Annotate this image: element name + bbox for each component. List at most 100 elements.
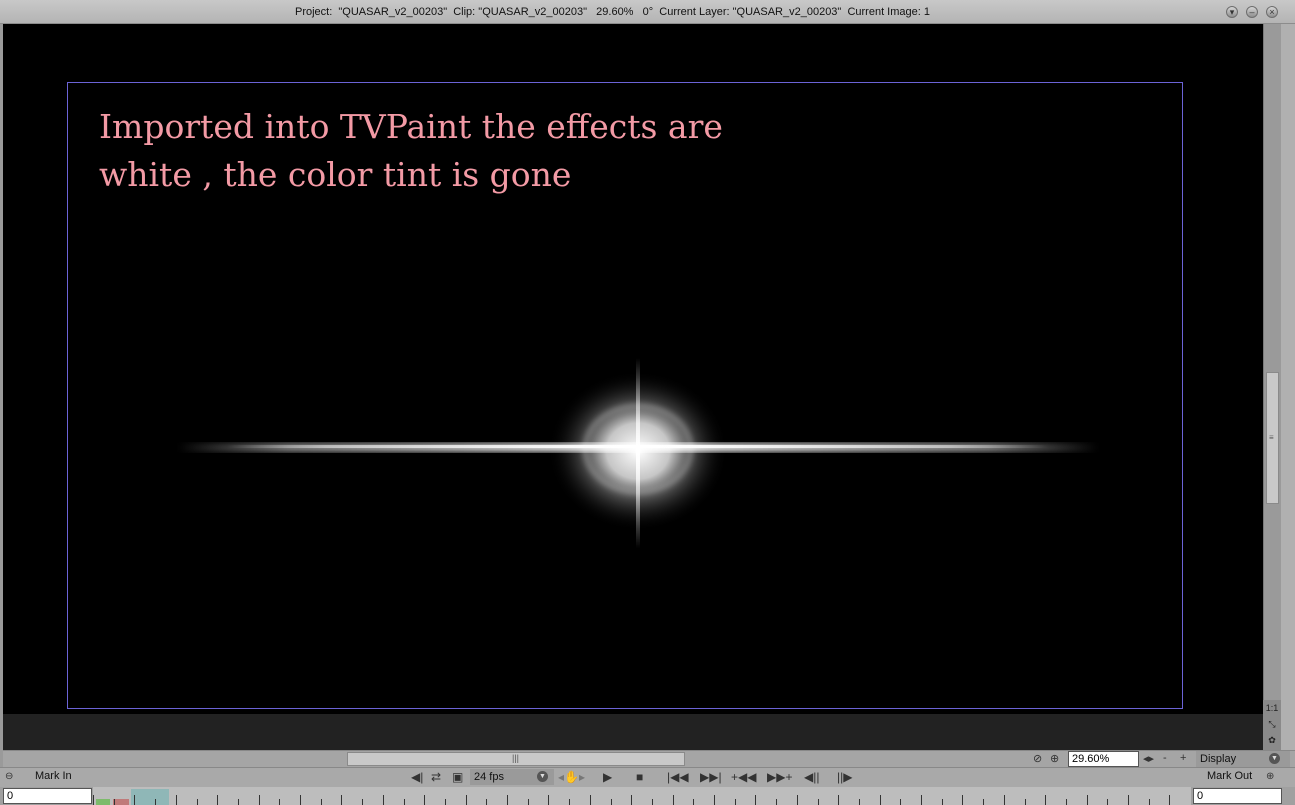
ruler-tick: [175, 795, 177, 805]
frame-ruler[interactable]: [93, 787, 1191, 805]
ruler-tick: [362, 799, 364, 805]
ruler-tick: [300, 795, 301, 805]
ruler-tick: [983, 799, 985, 805]
ruler-tick: [548, 795, 550, 805]
ruler-tick: [921, 795, 922, 805]
sound-icon[interactable]: ◀|: [411, 770, 423, 784]
reset-rotation-icon[interactable]: ⊘: [1033, 752, 1042, 765]
chevron-down-icon: ▼: [537, 771, 548, 782]
mark-out-label: Mark Out: [1207, 770, 1253, 782]
ruler-tick: [382, 795, 384, 805]
ruler-tick: [93, 795, 94, 805]
ruler-tick: [1169, 795, 1171, 805]
stop-icon[interactable]: ■: [636, 770, 643, 784]
ruler-tick: [444, 799, 446, 805]
horizontal-scroll-thumb[interactable]: |||: [347, 752, 685, 766]
view-side-tools: 1:1 ⤡ ✿: [1263, 700, 1281, 750]
ruler-tick: [527, 799, 529, 805]
ruler-tick: [341, 795, 343, 805]
viewport-bottom-strip: [3, 714, 1263, 750]
ruler-tick: [113, 799, 115, 805]
ruler-tick: [879, 795, 881, 805]
right-edge-panel: [1281, 24, 1295, 751]
ruler-tick: [838, 795, 840, 805]
ruler-tick: [941, 799, 943, 805]
ruler-tick: [672, 795, 674, 805]
ruler-tick: [1003, 795, 1005, 805]
display-label: Display: [1200, 753, 1237, 765]
vertical-scrollbar[interactable]: ≡: [1263, 24, 1281, 700]
zoom-in-icon[interactable]: +: [1180, 752, 1186, 764]
ruler-tick: [134, 795, 136, 805]
hand-scrub-icon[interactable]: ◂✋▸: [558, 770, 585, 784]
ruler-tick: [776, 799, 778, 805]
ruler-tick: [403, 799, 405, 805]
ruler-tick: [507, 795, 508, 805]
layer-marker-red: [113, 799, 129, 805]
restore-icon[interactable]: –: [1246, 6, 1258, 18]
playhead-range[interactable]: [131, 789, 169, 805]
ruler-tick: [755, 795, 757, 805]
ruler-tick: [693, 799, 695, 805]
ruler-tick: [217, 795, 219, 805]
display-dropdown[interactable]: Display ▼: [1196, 751, 1290, 767]
ruler-tick: [589, 795, 591, 805]
close-icon[interactable]: ×: [1266, 6, 1278, 18]
canvas-frame[interactable]: Imported into TVPaint the effects are wh…: [67, 82, 1183, 709]
minimize-icon[interactable]: ▾: [1226, 6, 1238, 18]
ruler-tick: [817, 799, 819, 805]
mark-in-field[interactable]: 0: [3, 788, 92, 804]
loop-icon[interactable]: ⇄: [431, 770, 441, 784]
timeline-bar: 0 0: [0, 787, 1295, 805]
go-to-start-icon[interactable]: |◀◀: [667, 770, 689, 784]
zoom-field[interactable]: 29.60%: [1068, 751, 1139, 767]
mark-in-settings-icon[interactable]: ⊖: [5, 771, 13, 782]
ruler-tick: [962, 795, 964, 805]
canvas-viewport[interactable]: Imported into TVPaint the effects are wh…: [3, 24, 1263, 714]
mark-in-label: Mark In: [35, 770, 72, 782]
layer-marker-green: [96, 799, 110, 805]
ruler-tick: [1024, 799, 1026, 805]
ruler-tick: [900, 799, 902, 805]
ruler-tick: [1086, 795, 1088, 805]
ruler-tick: [1107, 799, 1109, 805]
title-bar: Project: "QUASAR_v2_00203" Clip: "QUASAR…: [0, 0, 1295, 24]
zoom-out-icon[interactable]: -: [1163, 752, 1167, 764]
lens-flare-image: [178, 358, 1098, 548]
step-back-icon[interactable]: ◀||: [804, 770, 819, 784]
ruler-tick: [1065, 799, 1067, 805]
ruler-tick: [734, 799, 736, 805]
rotate-view-icon[interactable]: ✿: [1263, 732, 1281, 748]
fit-one-to-one-icon[interactable]: 1:1: [1263, 700, 1281, 716]
ruler-tick: [237, 799, 239, 805]
previous-frame-icon[interactable]: +◀◀: [731, 770, 756, 784]
ruler-tick: [424, 795, 426, 805]
window-title: Project: "QUASAR_v2_00203" Clip: "QUASAR…: [295, 6, 930, 18]
fit-window-icon[interactable]: ⤡: [1263, 716, 1281, 732]
ruler-tick: [651, 799, 653, 805]
fps-dropdown[interactable]: 24 fps ▼: [470, 769, 554, 785]
ruler-tick: [320, 799, 322, 805]
ruler-tick: [465, 795, 467, 805]
next-frame-icon[interactable]: ▶▶+: [767, 770, 792, 784]
vertical-scroll-thumb[interactable]: ≡: [1266, 372, 1279, 504]
go-to-end-icon[interactable]: ▶▶|: [700, 770, 722, 784]
mark-out-field[interactable]: 0: [1193, 788, 1282, 804]
ruler-tick: [714, 795, 715, 805]
step-forward-icon[interactable]: ||▶: [837, 770, 852, 784]
ruler-tick: [196, 799, 198, 805]
mark-out-settings-icon[interactable]: ⊕: [1266, 771, 1274, 782]
ruler-tick: [279, 799, 281, 805]
flip-horizontal-icon[interactable]: ◂▸: [1143, 752, 1154, 765]
playback-bar: ⊖ Mark In ◀| ⇄ ▣ 24 fps ▼ ◂✋▸ ▶ ■ |◀◀ ▶▶…: [0, 767, 1295, 787]
ruler-tick: [569, 799, 571, 805]
center-view-icon[interactable]: ⊕: [1050, 752, 1059, 765]
ruler-tick: [155, 799, 157, 805]
view-bar: ||| ⊘ ⊕ 29.60% ◂▸ - + Display ▼: [3, 750, 1295, 767]
ruler-tick: [1045, 795, 1047, 805]
ruler-tick: [1128, 795, 1129, 805]
fps-value: 24 fps: [474, 771, 504, 783]
play-icon[interactable]: ▶: [603, 770, 612, 784]
ruler-tick: [610, 799, 612, 805]
safe-area-icon[interactable]: ▣: [452, 770, 463, 784]
